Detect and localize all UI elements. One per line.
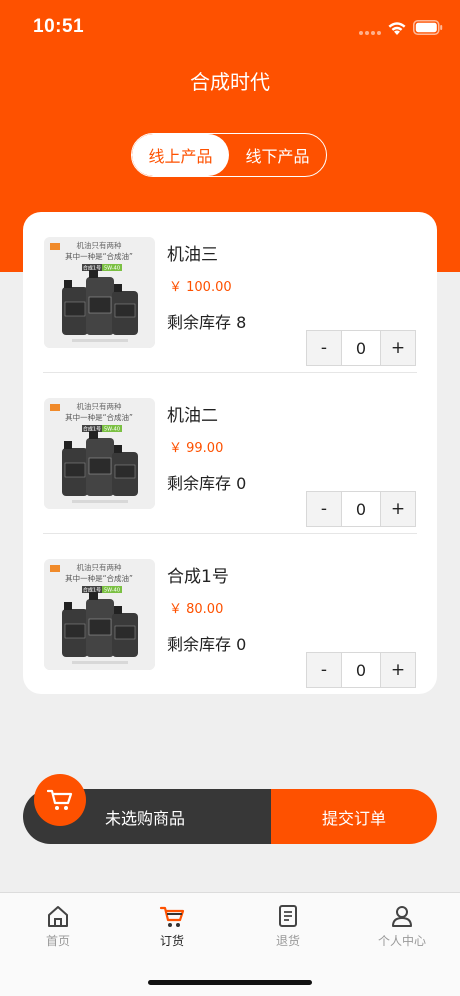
increment-button[interactable]: + [380,331,415,365]
product-item[interactable]: 机油只有两种 其中一种是“合成油” 合成1号 5W-40 [23,212,437,373]
oil-bottles-image: 机油只有两种 其中一种是“合成油” 合成1号 5W-40 [44,237,155,348]
tab-label: 个人中心 [377,934,426,948]
cart-button[interactable] [34,774,86,826]
product-price: ￥ 80.00 [169,602,224,617]
tab-profile[interactable]: 个人中心 [362,903,442,949]
quantity-value[interactable]: 0 [342,331,380,365]
image-caption-line1: 机油只有两种 [77,562,122,572]
tab-order[interactable]: 订货 [132,903,212,949]
oil-bottles-image: 机油只有两种 其中一种是“合成油” 合成1号 5W-40 [44,398,155,509]
quantity-value[interactable]: 0 [342,653,380,687]
increment-button[interactable]: + [380,653,415,687]
tab-return[interactable]: 退货 [248,903,328,949]
product-price: ￥ 99.00 [169,441,224,456]
image-caption-line2: 其中一种是“合成油” [65,412,133,422]
decrement-button[interactable]: - [307,653,342,687]
product-stock: 剩余库存 0 [167,635,247,654]
status-time: 10:51 [33,16,85,37]
home-indicator [148,980,312,985]
user-icon [392,906,412,927]
app-screen: 10:51 合成时代 线上产品 线下产品 机油只有两种 其中一种是“合成油” 合… [0,0,460,996]
tab-online-products[interactable]: 线上产品 [132,134,229,176]
product-name: 机油三 [167,245,218,265]
home-icon [48,906,68,927]
image-badge-right: 5W-40 [104,588,120,594]
increment-button[interactable]: + [380,492,415,526]
battery-icon [413,20,443,35]
image-caption-line1: 机油只有两种 [77,401,122,411]
product-item[interactable]: 机油只有两种 其中一种是“合成油” 合成1号 5W-40 [23,373,437,534]
product-image[interactable]: 机油只有两种 其中一种是“合成油” 合成1号 5W-40 [44,237,155,348]
image-caption-line1: 机油只有两种 [77,240,122,250]
image-caption-line2: 其中一种是“合成油” [65,251,133,261]
product-image[interactable]: 机油只有两种 其中一种是“合成油” 合成1号 5W-40 [44,398,155,509]
tab-label: 首页 [45,934,70,948]
wifi-icon [388,22,406,35]
page-title: 合成时代 [190,70,270,94]
decrement-button[interactable]: - [307,492,342,526]
quantity-value[interactable]: 0 [342,492,380,526]
tab-offline-products[interactable]: 线下产品 [229,134,326,176]
cart-icon [159,906,185,927]
decrement-button[interactable]: - [307,331,342,365]
product-image[interactable]: 机油只有两种 其中一种是“合成油” 合成1号 5W-40 [44,559,155,670]
oil-bottles-image: 机油只有两种 其中一种是“合成油” 合成1号 5W-40 [44,559,155,670]
product-item[interactable]: 机油只有两种 其中一种是“合成油” 合成1号 5W-40 [23,534,437,695]
cart-icon [47,789,73,810]
tab-label: 订货 [159,934,184,948]
image-badge-right: 5W-40 [104,427,120,433]
product-stock: 剩余库存 0 [167,474,247,493]
tab-label: 退货 [275,934,300,948]
product-stock: 剩余库存 8 [167,313,247,332]
status-bar: 10:51 [0,0,460,56]
tab-home[interactable]: 首页 [18,903,98,949]
segment-control: 线上产品 线下产品 [131,133,327,177]
quantity-stepper: - 0 + [306,652,416,688]
product-price: ￥ 100.00 [169,280,232,295]
product-list-card: 机油只有两种 其中一种是“合成油” 合成1号 5W-40 机油三 ￥ 100.0… [23,212,437,694]
product-name: 合成1号 [167,567,229,587]
quantity-stepper: - 0 + [306,330,416,366]
submit-order-button[interactable]: 提交订单 [271,789,437,844]
document-icon [279,905,297,927]
image-badge-right: 5W-40 [104,266,120,272]
product-name: 机油二 [167,406,218,426]
cellular-signal-icon [359,31,383,37]
image-caption-line2: 其中一种是“合成油” [65,573,133,583]
quantity-stepper: - 0 + [306,491,416,527]
